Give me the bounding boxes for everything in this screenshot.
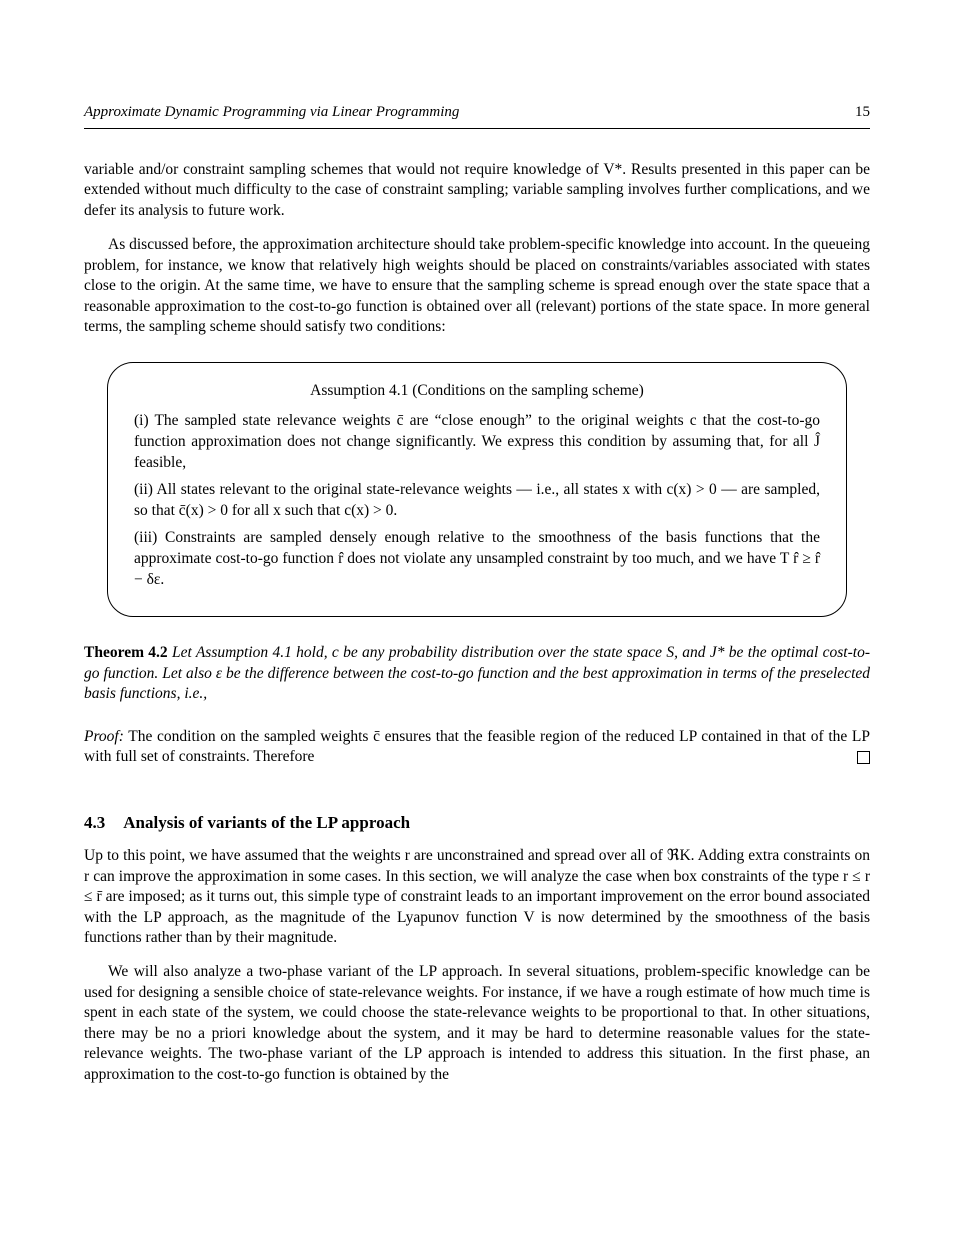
- section-paragraph-2: We will also analyze a two-phase variant…: [84, 962, 870, 1085]
- section-4-3-heading: 4.3 Analysis of variants of the LP appro…: [84, 812, 870, 834]
- theorem-4-2: Theorem 4.2 Let Assumption 4.1 hold, c b…: [84, 643, 870, 704]
- assumption-list: (i) The sampled state relevance weights …: [134, 411, 820, 590]
- assumption-box: Assumption 4.1 (Conditions on the sampli…: [107, 362, 847, 618]
- paragraph-intro: variable and/or constraint sampling sche…: [84, 160, 870, 221]
- header-title: Approximate Dynamic Programming via Line…: [84, 104, 459, 121]
- proof-label: Proof:: [84, 728, 124, 745]
- section-title-text: Analysis of variants of the LP approach: [123, 812, 410, 834]
- assumption-item-3: (iii) Constraints are sampled densely en…: [134, 528, 820, 591]
- qed-box-icon: [857, 751, 870, 764]
- section-paragraph-1: Up to this point, we have assumed that t…: [84, 846, 870, 948]
- proof: Proof: The condition on the sampled weig…: [84, 727, 870, 768]
- assumption-title: Assumption 4.1 (Conditions on the sampli…: [134, 381, 820, 401]
- assumption-item-2: (ii) All states relevant to the original…: [134, 480, 820, 522]
- section-number: 4.3: [84, 812, 105, 834]
- proof-text: The condition on the sampled weights c̄ …: [84, 728, 870, 765]
- header-rule: [84, 128, 870, 129]
- paragraph-2: As discussed before, the approximation a…: [84, 235, 870, 337]
- page-number: 15: [855, 104, 870, 121]
- assumption-item-1: (i) The sampled state relevance weights …: [134, 411, 820, 474]
- theorem-body: Let Assumption 4.1 hold, c be any probab…: [84, 644, 870, 702]
- theorem-label: Theorem 4.2: [84, 644, 168, 661]
